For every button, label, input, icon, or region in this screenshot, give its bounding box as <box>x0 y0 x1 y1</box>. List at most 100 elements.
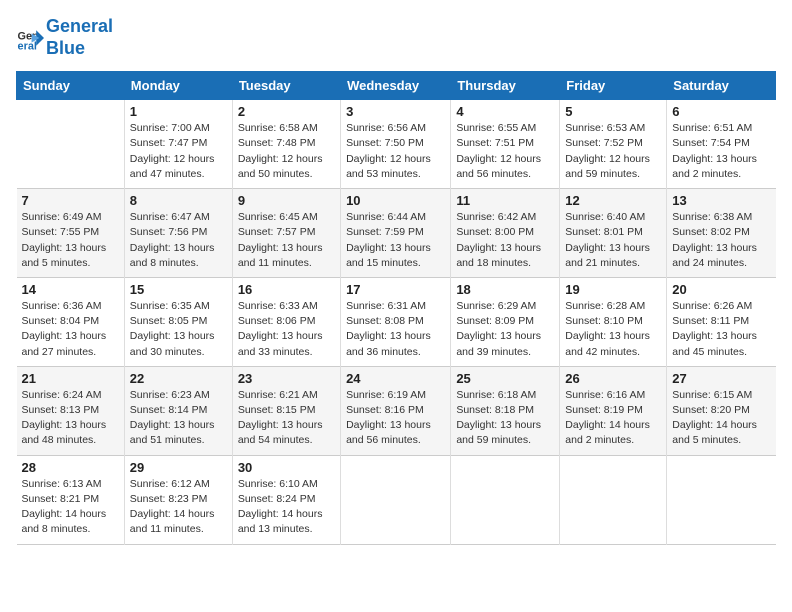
calendar-cell: 20 Sunrise: 6:26 AM Sunset: 8:11 PM Dayli… <box>667 277 776 366</box>
calendar-cell: 16 Sunrise: 6:33 AM Sunset: 8:06 PM Dayli… <box>232 277 340 366</box>
calendar-table: SundayMondayTuesdayWednesdayThursdayFrid… <box>16 71 776 544</box>
calendar-cell: 15 Sunrise: 6:35 AM Sunset: 8:05 PM Dayli… <box>124 277 232 366</box>
day-info: Sunrise: 6:42 AM Sunset: 8:00 PM Dayligh… <box>456 210 554 271</box>
day-number: 9 <box>238 193 335 208</box>
svg-text:eral: eral <box>18 40 37 51</box>
day-number: 6 <box>672 104 770 119</box>
week-row-1: 7 Sunrise: 6:49 AM Sunset: 7:55 PM Daylig… <box>17 189 776 278</box>
day-number: 29 <box>130 460 227 475</box>
day-info: Sunrise: 6:18 AM Sunset: 8:18 PM Dayligh… <box>456 388 554 449</box>
day-info: Sunrise: 6:58 AM Sunset: 7:48 PM Dayligh… <box>238 121 335 182</box>
day-info: Sunrise: 6:35 AM Sunset: 8:05 PM Dayligh… <box>130 299 227 360</box>
calendar-header-row: SundayMondayTuesdayWednesdayThursdayFrid… <box>17 72 776 100</box>
calendar-cell <box>667 455 776 544</box>
day-info: Sunrise: 6:36 AM Sunset: 8:04 PM Dayligh… <box>22 299 119 360</box>
calendar-cell: 13Sunrise: 6:38 AM Sunset: 8:02 PM Dayli… <box>667 189 776 278</box>
day-number: 25 <box>456 371 554 386</box>
calendar-cell <box>560 455 667 544</box>
day-number: 3 <box>346 104 445 119</box>
calendar-cell <box>451 455 560 544</box>
day-info: Sunrise: 6:10 AM Sunset: 8:24 PM Dayligh… <box>238 477 335 538</box>
day-info: Sunrise: 6:56 AM Sunset: 7:50 PM Dayligh… <box>346 121 445 182</box>
logo-text: GeneralBlue <box>46 16 113 59</box>
calendar-cell: 14 Sunrise: 6:36 AM Sunset: 8:04 PM Dayli… <box>17 277 125 366</box>
day-info: Sunrise: 6:33 AM Sunset: 8:06 PM Dayligh… <box>238 299 335 360</box>
week-row-3: 21Sunrise: 6:24 AM Sunset: 8:13 PM Dayli… <box>17 366 776 455</box>
day-number: 17 <box>346 282 445 297</box>
day-number: 11 <box>456 193 554 208</box>
calendar-cell: 3 Sunrise: 6:56 AM Sunset: 7:50 PM Daylig… <box>341 100 451 189</box>
day-info: Sunrise: 6:13 AM Sunset: 8:21 PM Dayligh… <box>22 477 119 538</box>
day-info: Sunrise: 6:19 AM Sunset: 8:16 PM Dayligh… <box>346 388 445 449</box>
calendar-cell: 5 Sunrise: 6:53 AM Sunset: 7:52 PM Daylig… <box>560 100 667 189</box>
day-info: Sunrise: 6:21 AM Sunset: 8:15 PM Dayligh… <box>238 388 335 449</box>
day-number: 12 <box>565 193 661 208</box>
calendar-cell: 1Sunrise: 7:00 AM Sunset: 7:47 PM Daylig… <box>124 100 232 189</box>
day-number: 8 <box>130 193 227 208</box>
day-info: Sunrise: 6:55 AM Sunset: 7:51 PM Dayligh… <box>456 121 554 182</box>
logo: Gen eral GeneralBlue <box>16 16 113 59</box>
column-header-thursday: Thursday <box>451 72 560 100</box>
calendar-cell: 8 Sunrise: 6:47 AM Sunset: 7:56 PM Daylig… <box>124 189 232 278</box>
column-header-tuesday: Tuesday <box>232 72 340 100</box>
day-info: Sunrise: 6:29 AM Sunset: 8:09 PM Dayligh… <box>456 299 554 360</box>
day-info: Sunrise: 6:45 AM Sunset: 7:57 PM Dayligh… <box>238 210 335 271</box>
day-info: Sunrise: 6:23 AM Sunset: 8:14 PM Dayligh… <box>130 388 227 449</box>
day-info: Sunrise: 6:40 AM Sunset: 8:01 PM Dayligh… <box>565 210 661 271</box>
day-info: Sunrise: 6:47 AM Sunset: 7:56 PM Dayligh… <box>130 210 227 271</box>
calendar-cell: 30 Sunrise: 6:10 AM Sunset: 8:24 PM Dayli… <box>232 455 340 544</box>
column-header-wednesday: Wednesday <box>341 72 451 100</box>
day-number: 7 <box>22 193 119 208</box>
day-number: 18 <box>456 282 554 297</box>
calendar-cell <box>341 455 451 544</box>
column-header-monday: Monday <box>124 72 232 100</box>
day-number: 15 <box>130 282 227 297</box>
calendar-cell: 7 Sunrise: 6:49 AM Sunset: 7:55 PM Daylig… <box>17 189 125 278</box>
day-info: Sunrise: 6:53 AM Sunset: 7:52 PM Dayligh… <box>565 121 661 182</box>
day-info: Sunrise: 6:28 AM Sunset: 8:10 PM Dayligh… <box>565 299 661 360</box>
column-header-saturday: Saturday <box>667 72 776 100</box>
calendar-cell: 28 Sunrise: 6:13 AM Sunset: 8:21 PM Dayli… <box>17 455 125 544</box>
day-number: 28 <box>22 460 119 475</box>
day-number: 5 <box>565 104 661 119</box>
calendar-cell: 21Sunrise: 6:24 AM Sunset: 8:13 PM Dayli… <box>17 366 125 455</box>
calendar-cell: 22Sunrise: 6:23 AM Sunset: 8:14 PM Dayli… <box>124 366 232 455</box>
day-number: 21 <box>22 371 119 386</box>
calendar-cell: 9 Sunrise: 6:45 AM Sunset: 7:57 PM Daylig… <box>232 189 340 278</box>
calendar-cell: 23 Sunrise: 6:21 AM Sunset: 8:15 PM Dayli… <box>232 366 340 455</box>
calendar-cell: 2 Sunrise: 6:58 AM Sunset: 7:48 PM Daylig… <box>232 100 340 189</box>
day-info: Sunrise: 6:44 AM Sunset: 7:59 PM Dayligh… <box>346 210 445 271</box>
calendar-cell: 19 Sunrise: 6:28 AM Sunset: 8:10 PM Dayli… <box>560 277 667 366</box>
calendar-cell: 25 Sunrise: 6:18 AM Sunset: 8:18 PM Dayli… <box>451 366 560 455</box>
column-header-sunday: Sunday <box>17 72 125 100</box>
day-info: Sunrise: 6:49 AM Sunset: 7:55 PM Dayligh… <box>22 210 119 271</box>
column-header-friday: Friday <box>560 72 667 100</box>
day-number: 4 <box>456 104 554 119</box>
day-number: 26 <box>565 371 661 386</box>
calendar-cell: 17 Sunrise: 6:31 AM Sunset: 8:08 PM Dayli… <box>341 277 451 366</box>
day-number: 19 <box>565 282 661 297</box>
day-info: Sunrise: 6:12 AM Sunset: 8:23 PM Dayligh… <box>130 477 227 538</box>
calendar-cell: 11 Sunrise: 6:42 AM Sunset: 8:00 PM Dayli… <box>451 189 560 278</box>
day-number: 2 <box>238 104 335 119</box>
week-row-0: 1Sunrise: 7:00 AM Sunset: 7:47 PM Daylig… <box>17 100 776 189</box>
day-number: 27 <box>672 371 770 386</box>
calendar-cell: 29 Sunrise: 6:12 AM Sunset: 8:23 PM Dayli… <box>124 455 232 544</box>
calendar-cell <box>17 100 125 189</box>
day-info: Sunrise: 6:31 AM Sunset: 8:08 PM Dayligh… <box>346 299 445 360</box>
day-number: 14 <box>22 282 119 297</box>
day-info: Sunrise: 6:26 AM Sunset: 8:11 PM Dayligh… <box>672 299 770 360</box>
day-info: Sunrise: 6:38 AM Sunset: 8:02 PM Dayligh… <box>672 210 770 271</box>
calendar-cell: 10Sunrise: 6:44 AM Sunset: 7:59 PM Dayli… <box>341 189 451 278</box>
week-row-4: 28 Sunrise: 6:13 AM Sunset: 8:21 PM Dayli… <box>17 455 776 544</box>
day-number: 30 <box>238 460 335 475</box>
day-number: 16 <box>238 282 335 297</box>
calendar-cell: 4 Sunrise: 6:55 AM Sunset: 7:51 PM Daylig… <box>451 100 560 189</box>
day-number: 1 <box>130 104 227 119</box>
day-number: 20 <box>672 282 770 297</box>
day-info: Sunrise: 6:15 AM Sunset: 8:20 PM Dayligh… <box>672 388 770 449</box>
day-info: Sunrise: 6:51 AM Sunset: 7:54 PM Dayligh… <box>672 121 770 182</box>
day-number: 23 <box>238 371 335 386</box>
page-header: Gen eral GeneralBlue <box>16 16 776 59</box>
calendar-cell: 18 Sunrise: 6:29 AM Sunset: 8:09 PM Dayli… <box>451 277 560 366</box>
